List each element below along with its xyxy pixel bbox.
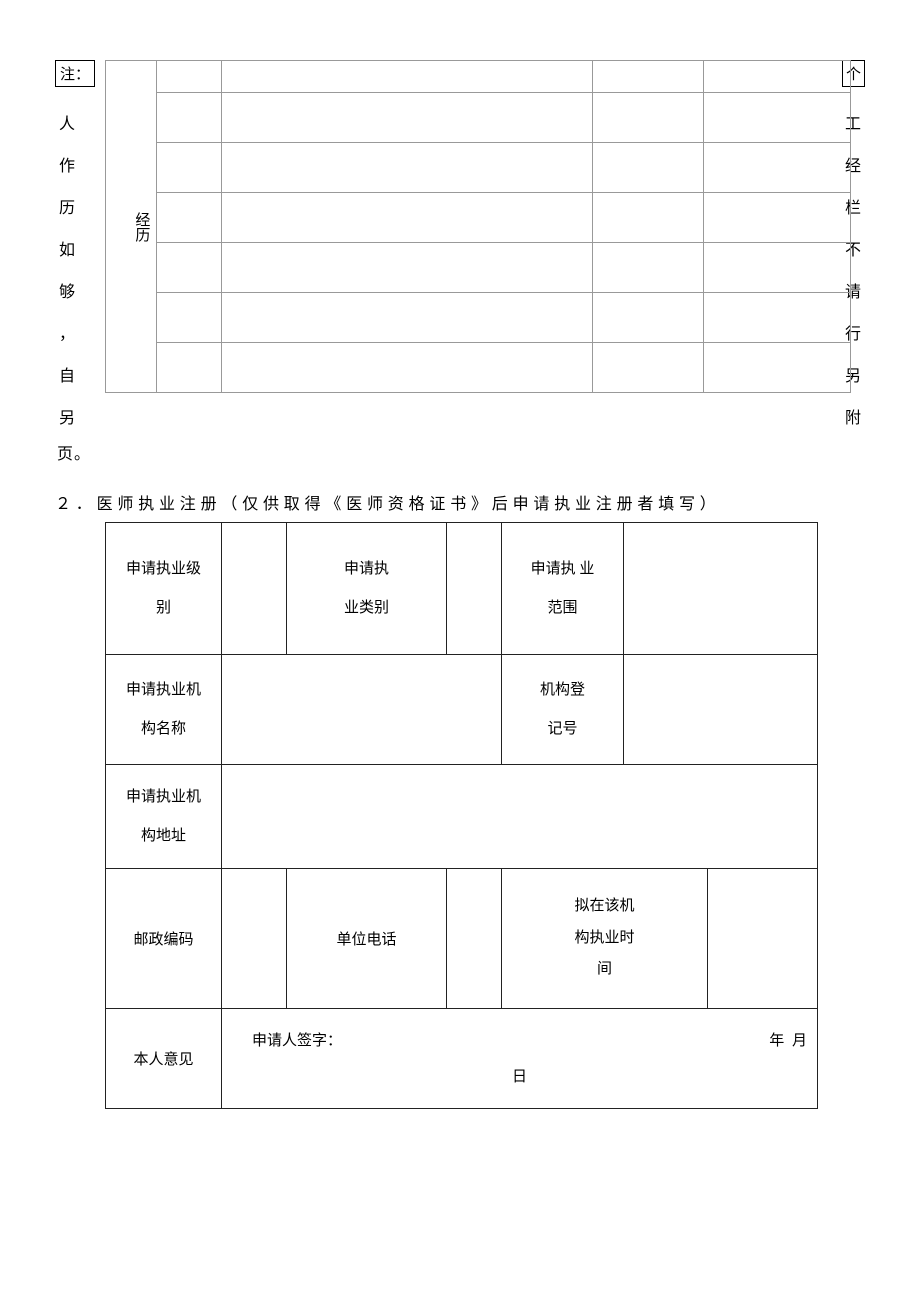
- duration-label: 拟在该机 构执业时 间: [502, 869, 708, 1009]
- section1-experience: 注： 人 作 历 如 够 ， 自 另 个 工 经 栏 不 请 行 另 附 经历: [55, 60, 865, 460]
- exp-cell[interactable]: [703, 143, 850, 193]
- date-label: 年 月: [769, 1023, 817, 1059]
- note-tail-text: 页。: [57, 440, 91, 464]
- org-name-value[interactable]: [222, 655, 502, 765]
- level-value[interactable]: [222, 523, 287, 655]
- org-reg-value[interactable]: [624, 655, 818, 765]
- exp-cell[interactable]: [221, 293, 592, 343]
- opinion-label: 本人意见: [106, 1009, 222, 1109]
- exp-cell[interactable]: [592, 93, 703, 143]
- exp-cell[interactable]: [592, 243, 703, 293]
- post-label: 邮政编码: [106, 869, 222, 1009]
- note-left-vertical-text: 人 作 历 如 够 ， 自 另: [59, 104, 77, 440]
- exp-cell[interactable]: [703, 193, 850, 243]
- exp-cell[interactable]: [157, 343, 222, 393]
- duration-value[interactable]: [708, 869, 818, 1009]
- exp-cell[interactable]: [703, 343, 850, 393]
- opinion-cell[interactable]: 申请人签字： 年 月 日: [222, 1009, 818, 1109]
- exp-cell[interactable]: [703, 93, 850, 143]
- org-addr-label: 申请执业机 构地址: [106, 765, 222, 869]
- experience-side-label: 经历: [106, 61, 157, 393]
- exp-cell[interactable]: [157, 193, 222, 243]
- exp-cell[interactable]: [221, 343, 592, 393]
- exp-cell[interactable]: [592, 61, 703, 93]
- exp-cell[interactable]: [221, 93, 592, 143]
- scope-label: 申请执 业 范围: [502, 523, 624, 655]
- registration-table: 申请执业级 别 申请执 业类别 申请执 业 范围 申请执业机 构名称 机构登 记…: [105, 522, 818, 1109]
- exp-cell[interactable]: [157, 93, 222, 143]
- exp-cell[interactable]: [157, 143, 222, 193]
- org-reg-label: 机构登 记号: [502, 655, 624, 765]
- level-label: 申请执业级 别: [106, 523, 222, 655]
- exp-cell[interactable]: [592, 293, 703, 343]
- exp-cell[interactable]: [703, 61, 850, 93]
- exp-cell[interactable]: [157, 243, 222, 293]
- post-value[interactable]: [222, 869, 287, 1009]
- scope-value[interactable]: [624, 523, 818, 655]
- category-label: 申请执 业类别: [287, 523, 447, 655]
- exp-cell[interactable]: [592, 343, 703, 393]
- experience-table: 经历: [105, 60, 851, 393]
- section2-heading: ２．医师执业注册（仅供取得《医师资格证书》后申请执业注册者填写）: [55, 490, 865, 514]
- day-label: 日: [222, 1059, 817, 1095]
- exp-cell[interactable]: [703, 293, 850, 343]
- org-addr-value[interactable]: [222, 765, 818, 869]
- exp-cell[interactable]: [221, 243, 592, 293]
- exp-cell[interactable]: [703, 243, 850, 293]
- sign-label: 申请人签字：: [252, 1023, 342, 1059]
- exp-cell[interactable]: [221, 61, 592, 93]
- note-label: 注：: [55, 60, 95, 87]
- phone-label: 单位电话: [287, 869, 447, 1009]
- category-value[interactable]: [447, 523, 502, 655]
- exp-cell[interactable]: [592, 193, 703, 243]
- exp-cell[interactable]: [221, 193, 592, 243]
- exp-cell[interactable]: [157, 61, 222, 93]
- exp-cell[interactable]: [221, 143, 592, 193]
- org-name-label: 申请执业机 构名称: [106, 655, 222, 765]
- exp-cell[interactable]: [157, 293, 222, 343]
- phone-value[interactable]: [447, 869, 502, 1009]
- exp-cell[interactable]: [592, 143, 703, 193]
